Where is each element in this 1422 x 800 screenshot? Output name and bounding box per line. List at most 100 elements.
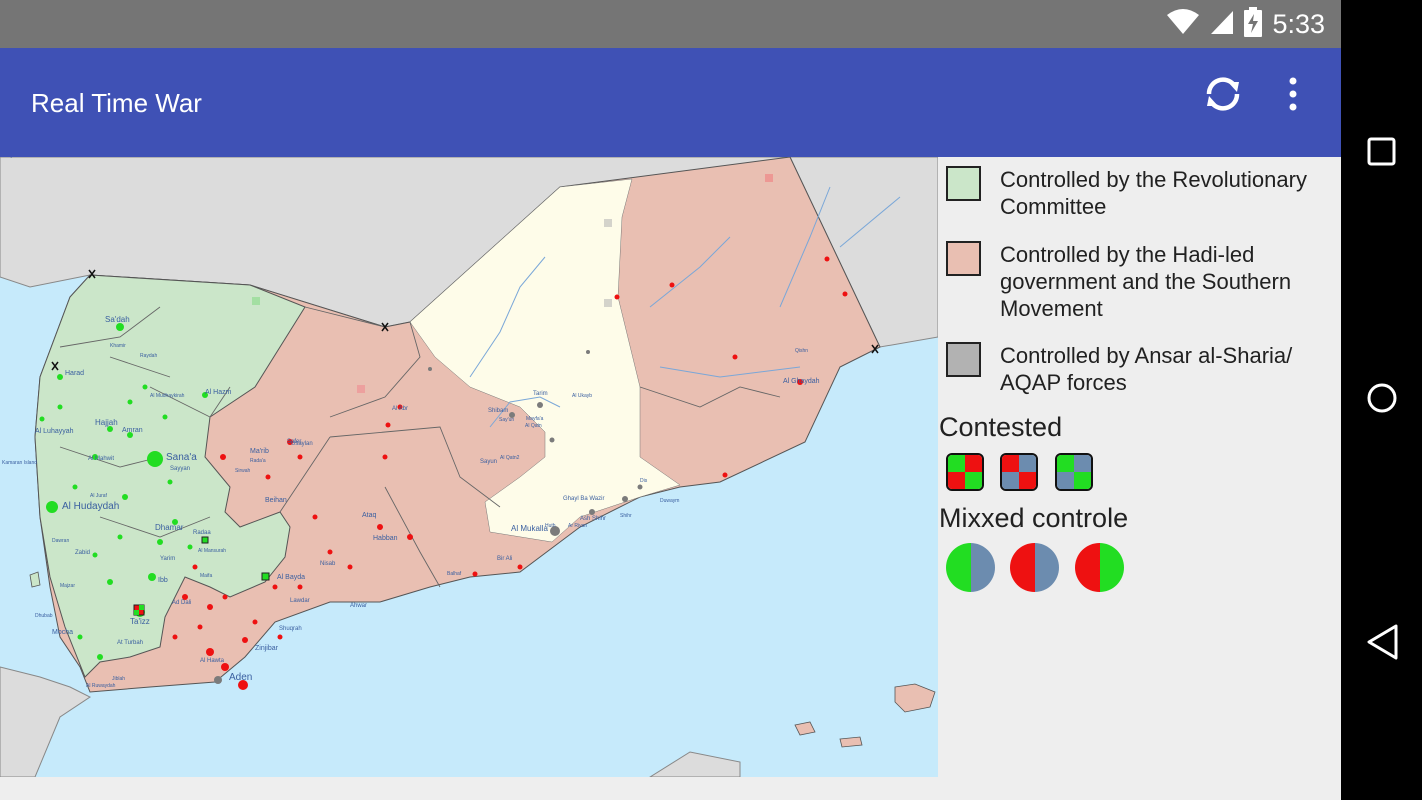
- city-label: Al Qatn: [525, 423, 542, 429]
- neighbor-land-africa: [0, 666, 91, 777]
- content-area: Sa'dah Harad Al Luhayyah Kamaran Island Hajj…: [0, 157, 1341, 800]
- yemen-map[interactable]: Sa'dah Harad Al Luhayyah Kamaran Island Hajj…: [0, 157, 938, 777]
- status-time: 5:33: [1272, 8, 1325, 39]
- city-label: Harad: [65, 370, 84, 377]
- app-bar: Real Time War: [0, 48, 1341, 157]
- city-label: Ghayl Ba Wazir: [563, 496, 604, 502]
- mixed-control-title: Mixxed controle: [939, 503, 1129, 533]
- home-icon: [1366, 382, 1398, 419]
- city-label: Amran: [122, 427, 143, 434]
- city-label: Al Mukalla: [511, 524, 548, 533]
- city-label: Tarim: [533, 391, 548, 397]
- city-label: Al Bayda: [277, 574, 305, 581]
- city-label: Al Hazm: [205, 389, 232, 396]
- city-label: Habban: [373, 535, 398, 542]
- city-label: Shibam: [488, 408, 508, 414]
- status-bar: 5:33: [0, 0, 1341, 48]
- city-label: Dis: [640, 478, 648, 484]
- city-label: Say'un: [499, 417, 514, 423]
- city-label: Al Qatn2: [500, 455, 520, 461]
- city-label: Al Ruwaydah: [86, 683, 116, 689]
- city-label: Ash Shihr: [580, 516, 606, 522]
- legend-item-aqap: Controlled by Ansar al-Sharia/ AQAP forc…: [946, 342, 1330, 396]
- home-button[interactable]: [1341, 360, 1422, 441]
- city-label: Dhubab: [35, 613, 53, 619]
- contested-icon: [1000, 453, 1038, 491]
- city-label: At Turbah: [117, 640, 143, 646]
- city-label: Ar Riyan: [568, 523, 587, 529]
- city-label: Qishn: [795, 348, 808, 354]
- city-label: Shuqrah: [279, 626, 302, 632]
- city-label: Sayyan: [170, 466, 190, 472]
- city-label: Al Mudhaykirah: [150, 393, 185, 399]
- navigation-bar: [1341, 0, 1422, 800]
- city-label: Al Hawta: [200, 658, 225, 664]
- map-canvas: Sa'dah Harad Al Luhayyah Kamaran Island Hajj…: [0, 157, 938, 777]
- city-label: Bir Ali: [497, 556, 512, 562]
- legend-swatch-hadi: [946, 241, 981, 276]
- wifi-icon: [1166, 8, 1200, 40]
- city-label: Al Ghaydah: [783, 378, 820, 385]
- city-label: Al Abr: [392, 406, 408, 412]
- city-label: Al Hudaydah: [62, 501, 119, 512]
- city-label: Maifa: [200, 573, 212, 579]
- city-label: Shihr: [620, 513, 632, 519]
- city-label: Radaa: [193, 530, 211, 536]
- legend-swatch-revolutionary: [946, 166, 981, 201]
- city-label: Al Luhayyah: [35, 428, 74, 435]
- city-label: Sayun: [480, 459, 497, 465]
- city-label: Al Ukayb: [572, 393, 592, 399]
- city-label: Al Mansurah: [198, 548, 226, 554]
- city-label: Kamaran Island: [2, 460, 37, 466]
- legend-item-revolutionary: Controlled by the Revolutionary Committe…: [946, 166, 1330, 220]
- city-label: Raydah: [140, 353, 157, 359]
- overflow-menu-icon: [1288, 77, 1298, 116]
- refresh-icon: [1201, 72, 1245, 121]
- city-label: Ma'rib: [250, 448, 269, 455]
- city-label: Beihan: [265, 497, 287, 504]
- legend-item-hadi: Controlled by the Hadi-led government an…: [946, 241, 1330, 322]
- city-label: Safer: [287, 439, 301, 445]
- legend-label-hadi: Controlled by the Hadi-led government an…: [1000, 242, 1292, 321]
- city-label: Sa'dah: [105, 315, 130, 324]
- recents-button[interactable]: [1341, 114, 1422, 195]
- city-label: Al Juraf: [90, 493, 108, 499]
- contested-title: Contested: [939, 412, 1063, 442]
- city-label: Sana'a: [166, 452, 197, 463]
- legend-swatch-aqap: [946, 342, 981, 377]
- city-label: Huth: [545, 523, 556, 529]
- city-label: Buraym: [0, 157, 17, 159]
- cellular-icon: [1210, 9, 1234, 40]
- back-icon: [1365, 623, 1399, 666]
- city-label: Aden: [229, 672, 252, 683]
- contested-icon: [946, 453, 984, 491]
- city-label: Dhamar: [155, 523, 184, 532]
- legend-label-revolutionary: Controlled by the Revolutionary Committe…: [1000, 167, 1307, 219]
- city-label: Lawdar: [290, 598, 310, 604]
- neighbor-land-bottom: [649, 751, 741, 777]
- city-label: Ahwar: [350, 603, 367, 609]
- city-label: Jiblah: [112, 676, 125, 682]
- city-label: Ibb: [158, 577, 168, 584]
- mixed-control-icon: [1010, 543, 1059, 592]
- city-label: Nisab: [320, 561, 336, 567]
- battery-charging-icon: [1244, 6, 1263, 42]
- overflow-menu-button[interactable]: [1265, 68, 1321, 124]
- city-label: Ataq: [362, 512, 377, 519]
- back-button[interactable]: [1341, 604, 1422, 685]
- mixed-control-icon: [1075, 543, 1124, 592]
- city-label: Balhaf: [447, 571, 462, 577]
- city-label: Khamir: [110, 343, 126, 349]
- city-label: Yarim: [160, 556, 175, 562]
- city-label: Rada'a: [250, 458, 266, 464]
- island-socotra: [894, 683, 936, 713]
- city-label: Mayfa'a: [526, 416, 544, 422]
- city-label: Ad Dali: [172, 600, 191, 606]
- city-label: Al Mahwit: [88, 456, 114, 462]
- contested-icon: [1055, 453, 1093, 491]
- city-label: Majzar: [60, 583, 75, 589]
- city-label: Dawran: [52, 538, 69, 544]
- city-label: Zinjibar: [255, 645, 279, 652]
- city-label: Sirwah: [235, 468, 251, 474]
- refresh-button[interactable]: [1195, 68, 1251, 124]
